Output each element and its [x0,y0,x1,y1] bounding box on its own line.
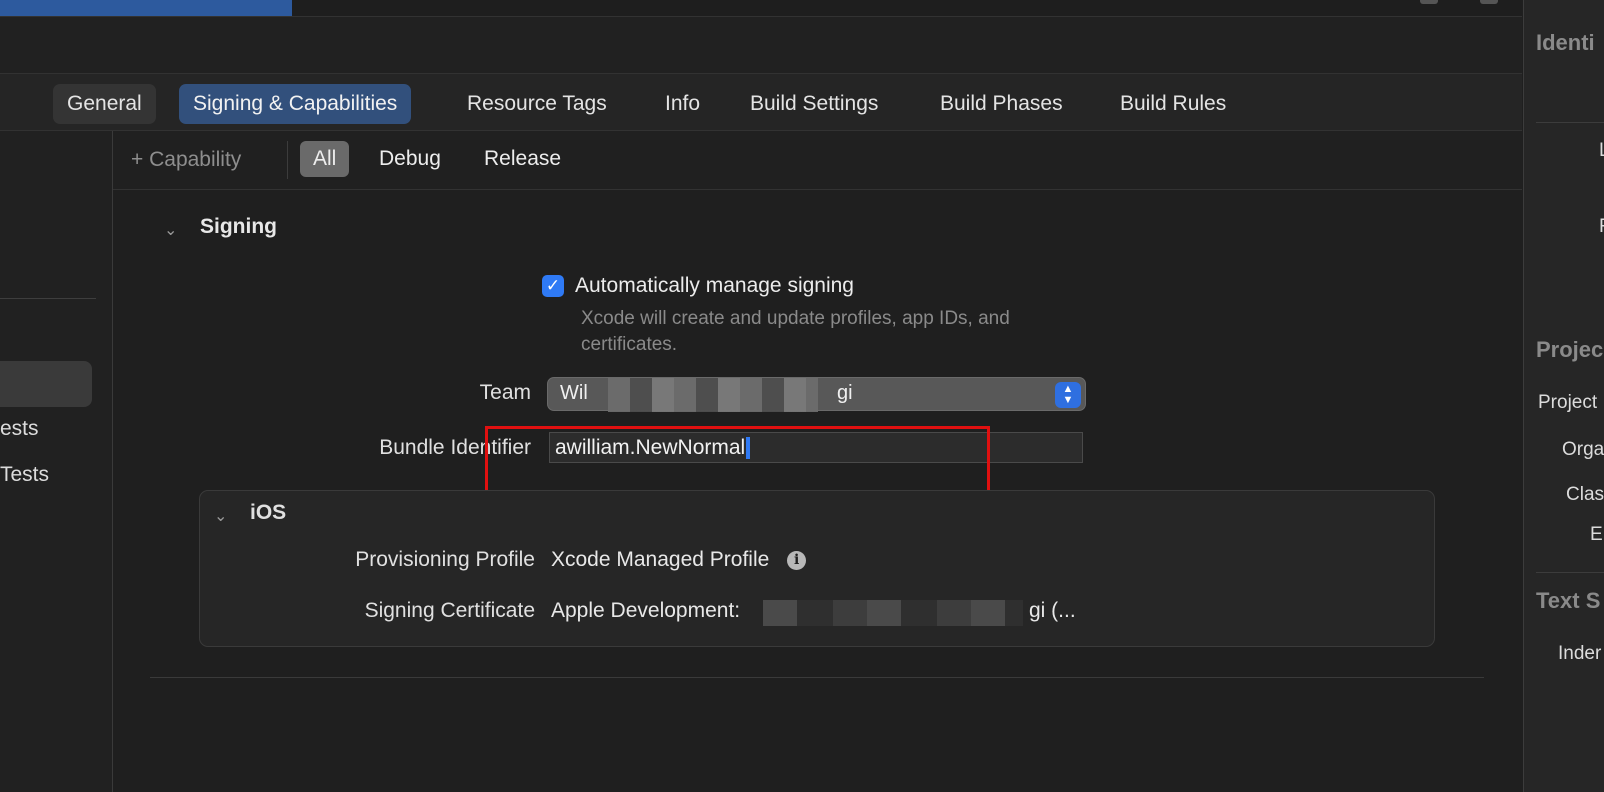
signing-certificate-value-end: gi (... [1029,599,1076,622]
provisioning-profile-value: Xcode Managed Profile [551,548,770,571]
signing-certificate-value-start: Apple Development: [551,599,741,622]
text-caret [746,437,751,460]
auto-manage-signing-checkbox[interactable]: ✓ [542,275,564,297]
inspector-label-class-prefix: Clas [1566,484,1604,505]
inspector-label-organization: Orga [1562,439,1604,460]
auto-manage-signing-note: Xcode will create and update profiles, a… [581,308,1010,355]
signing-section-title: Signing [200,215,277,238]
team-label: Team [479,381,531,404]
active-window-tab[interactable] [0,0,292,16]
tab-build-settings[interactable]: Build Settings [736,84,892,124]
bundle-identifier-field[interactable]: awilliam.NewNormal [549,432,1083,463]
toolbar-control[interactable] [1420,0,1438,4]
sidebar-item-tests[interactable]: ests [0,417,39,441]
team-value: Wil [560,382,588,404]
ios-disclosure-chevron-icon[interactable]: ⌄ [214,506,227,526]
editor-tabs-bar: General Signing & Capabilities Resource … [0,74,1522,131]
capability-bar: + Capability All Debug Release [113,131,1522,190]
tab-resource-tags[interactable]: Resource Tags [453,84,621,124]
add-capability-button[interactable]: + Capability [131,143,241,177]
tab-build-rules[interactable]: Build Rules [1106,84,1240,124]
window-tab-strip [0,0,1522,17]
team-value-tail: gi [837,382,853,404]
tab-signing-capabilities[interactable]: Signing & Capabilities [179,84,412,124]
inspector-label: L [1599,140,1604,162]
redacted-certificate-name [763,600,1023,626]
sidebar-divider [0,298,96,299]
inspector-label-project: Project [1538,392,1598,413]
inspector-label-indent: Inder [1558,643,1602,664]
toolbar-control[interactable] [1480,0,1498,4]
jump-bar [0,17,1522,74]
segment-release[interactable]: Release [471,141,574,177]
inspector-header-project: Projec [1536,337,1604,362]
inspector-label-encoding: E [1590,524,1603,545]
signing-disclosure-chevron-icon[interactable]: ⌄ [164,220,177,240]
redacted-team-name [608,378,818,412]
bundle-identifier-value: awilliam.NewNormal [555,436,746,459]
capability-divider [287,141,288,179]
auto-manage-signing-label: Automatically manage signing [575,274,854,297]
sidebar-selected-target[interactable] [0,361,92,407]
sidebar-item-uitests[interactable]: Tests [0,463,49,487]
team-popup[interactable]: Wil gi ▲ ▼ [547,377,1086,412]
inspector-label: F [1599,216,1604,238]
inspector-header-identity: Identi [1536,30,1595,55]
popup-stepper-icon: ▲ ▼ [1055,382,1081,408]
inspector-divider [1536,572,1604,573]
tab-info[interactable]: Info [651,84,714,124]
tab-build-phases[interactable]: Build Phases [926,84,1077,124]
inspector-divider [1536,122,1604,123]
inspector-header-text-settings: Text S [1536,588,1601,613]
segment-all[interactable]: All [300,141,350,177]
info-icon[interactable]: i [787,550,807,570]
targets-sidebar: ests Tests [0,131,113,792]
provisioning-profile-label: Provisioning Profile [355,548,535,571]
tab-general[interactable]: General [53,84,156,124]
section-divider [150,677,1484,678]
segment-debug[interactable]: Debug [366,141,454,177]
inspector-panel: Identi L F Projec Project Orga Clas E Te… [1523,0,1604,792]
signing-certificate-label: Signing Certificate [364,599,535,622]
ios-section-title: iOS [250,501,287,524]
bundle-identifier-label: Bundle Identifier [379,436,531,459]
